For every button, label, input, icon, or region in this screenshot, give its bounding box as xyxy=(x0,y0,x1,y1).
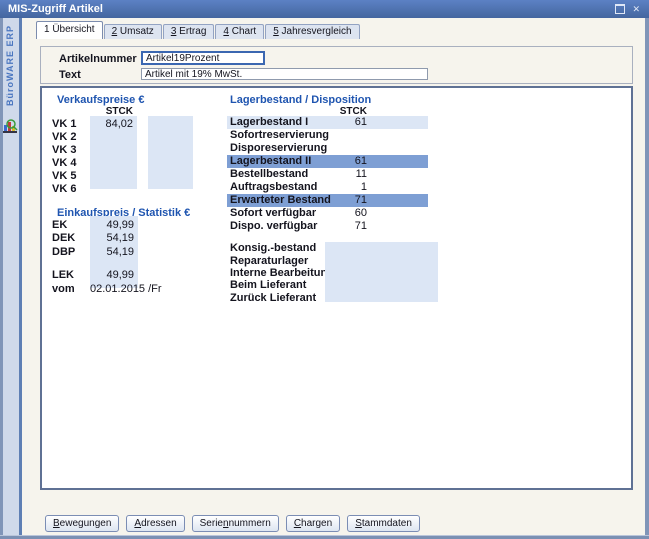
sonder-row-label: Konsig.-bestand xyxy=(230,242,316,254)
stock-row: Bestellbestand11 xyxy=(227,168,428,181)
tab-ertrag[interactable]: 3 Ertrag xyxy=(163,24,215,39)
stock-row: Lagerbestand I61 xyxy=(227,116,428,129)
artikelnummer-field[interactable] xyxy=(141,51,265,65)
stock-row: Lagerbestand II61 xyxy=(227,155,428,168)
window-frame-bottom xyxy=(0,535,649,539)
ek-row-label: LEK xyxy=(52,269,74,281)
sonder-row-label: Interne Bearbeitung xyxy=(230,267,334,279)
stock-row: Sofortreservierung xyxy=(227,129,428,142)
bewegungen-button[interactable]: Bewegungen xyxy=(45,515,119,532)
adressen-button[interactable]: Adressen xyxy=(126,515,184,532)
vk-row-label: VK 1 xyxy=(52,118,76,130)
vk-row-label: VK 2 xyxy=(52,131,76,143)
sonder-row-label: Zurück Lieferant xyxy=(230,292,316,304)
ek-value: 54,19 xyxy=(90,246,134,258)
tab-jahresvergleich[interactable]: 5 Jahresvergleich xyxy=(265,24,359,39)
stock-row: Disporeservierung xyxy=(227,142,428,155)
stock-row: Auftragsbestand1 xyxy=(227,181,428,194)
strip-divider xyxy=(19,18,22,535)
artikelnummer-label: Artikelnummer xyxy=(59,53,137,65)
sonder-value-column xyxy=(325,242,438,302)
vk-row-label: VK 6 xyxy=(52,183,76,195)
overview-panel: Verkaufspreise € STCK VK 1 VK 2 VK 3 VK … xyxy=(40,86,633,490)
ek-row-label: DEK xyxy=(52,232,75,244)
window-frame-right xyxy=(645,18,649,539)
ek-value: 02.01.2015 /Fr xyxy=(90,283,134,295)
seriennummern-button[interactable]: Seriennummern xyxy=(192,515,279,532)
title-bar: MIS-Zugriff Artikel ✕ xyxy=(0,0,649,18)
vk-row-label: VK 3 xyxy=(52,144,76,156)
vk-value: 84,02 xyxy=(90,118,133,130)
ek-value: 49,99 xyxy=(90,219,134,231)
bottom-button-bar: Bewegungen Adressen Seriennummern Charge… xyxy=(45,515,420,532)
stock-row: Erwarteter Bestand71 xyxy=(227,194,428,207)
ek-value: 49,99 xyxy=(90,269,134,281)
tab-umsatz[interactable]: 2 Umsatz xyxy=(104,24,162,39)
ek-row-label: vom xyxy=(52,283,75,295)
stammdaten-button[interactable]: Stammdaten xyxy=(347,515,420,532)
brand-label: BüroWARE ERP xyxy=(5,25,15,106)
window-title: MIS-Zugriff Artikel xyxy=(0,3,103,15)
stock-row: Dispo. verfügbar71 xyxy=(227,220,428,233)
sonder-row-label: Reparaturlager xyxy=(230,255,308,267)
lagerbestand-title: Lagerbestand / Disposition xyxy=(230,94,371,106)
close-icon[interactable]: ✕ xyxy=(632,5,640,14)
stock-row: Sofort verfügbar60 xyxy=(227,207,428,220)
text-label: Text xyxy=(59,69,81,81)
app-window: MIS-Zugriff Artikel ✕ BüroWARE ERP 1 Übe… xyxy=(0,0,649,539)
verkaufspreise-title: Verkaufspreise € xyxy=(57,94,144,106)
sonder-row-label: Beim Lieferant xyxy=(230,279,306,291)
ek-value: 54,19 xyxy=(90,232,134,244)
window-controls: ✕ xyxy=(615,4,649,14)
vk-value-column-2 xyxy=(148,116,193,189)
chargen-button[interactable]: Chargen xyxy=(286,515,340,532)
ek-row-label: EK xyxy=(52,219,67,231)
article-groupbox: Artikelnummer Text xyxy=(40,46,633,84)
ek-row-label: DBP xyxy=(52,246,75,258)
text-field[interactable] xyxy=(141,68,428,80)
restore-icon[interactable] xyxy=(615,4,625,14)
tab-uebersicht[interactable]: 1 Übersicht xyxy=(36,21,103,39)
chart-zoom-icon[interactable] xyxy=(2,119,19,134)
tab-bar: 1 Übersicht 2 Umsatz 3 Ertrag 4 Chart 5 … xyxy=(36,22,361,39)
vk-row-label: VK 5 xyxy=(52,170,76,182)
vk-row-label: VK 4 xyxy=(52,157,76,169)
brand-strip: BüroWARE ERP xyxy=(3,18,19,535)
tab-chart[interactable]: 4 Chart xyxy=(215,24,264,39)
